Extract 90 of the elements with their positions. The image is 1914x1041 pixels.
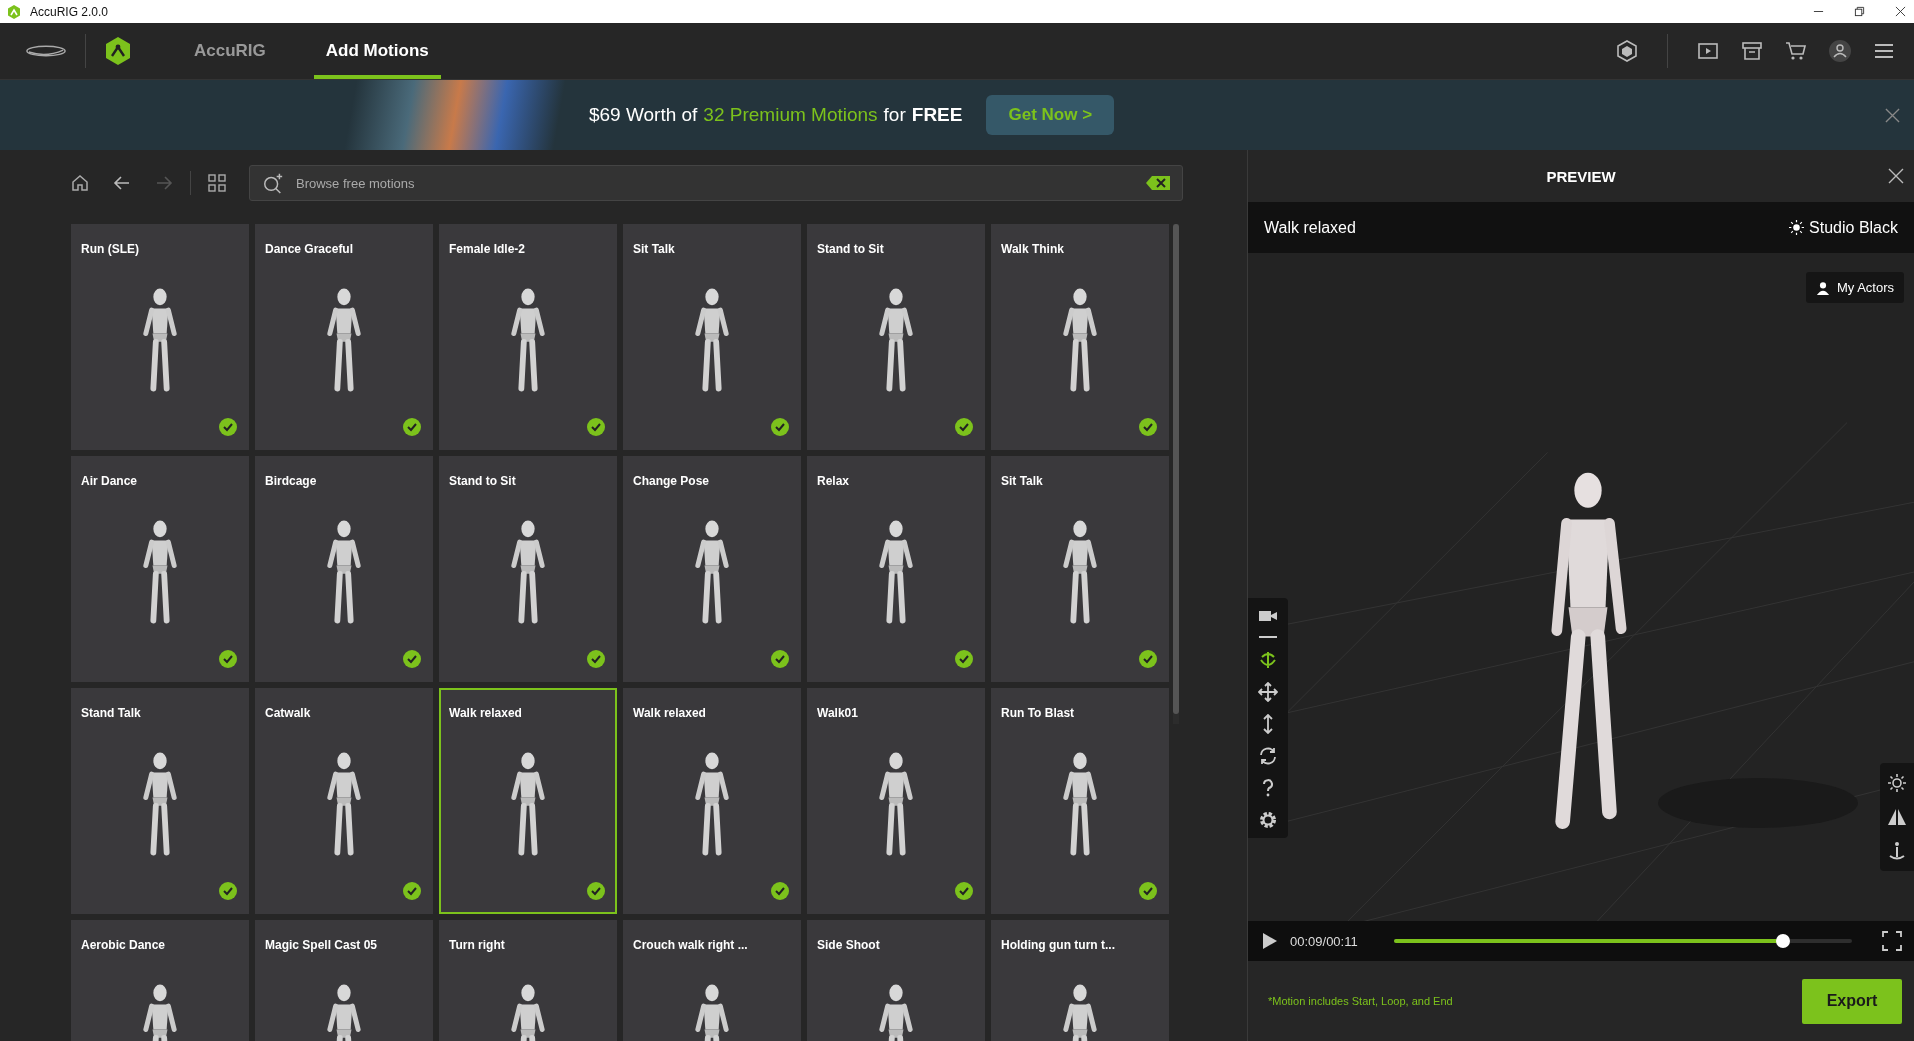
motion-card[interactable]: Run (SLE) — [71, 224, 249, 450]
motion-note: *Motion includes Start, Loop, and End — [1268, 995, 1453, 1007]
motion-title: Crouch walk right ... — [632, 937, 748, 952]
motion-card[interactable]: Dance Graceful — [255, 224, 433, 450]
motion-card[interactable]: Air Dance — [71, 456, 249, 682]
motion-title: Catwalk — [264, 705, 311, 720]
motion-title: Air Dance — [80, 473, 138, 488]
timeline-thumb[interactable] — [1776, 934, 1791, 948]
rotate-icon[interactable] — [1258, 746, 1278, 766]
person-icon — [1815, 280, 1830, 295]
motion-card[interactable]: Holding gun turn t... — [991, 920, 1169, 1041]
my-actors-button[interactable]: My Actors — [1805, 272, 1904, 303]
motion-name: Walk relaxed — [1264, 218, 1356, 237]
motion-card[interactable]: Side Shoot — [807, 920, 985, 1041]
motion-card[interactable]: Female Idle-2 — [439, 224, 617, 450]
orbit-icon[interactable] — [1258, 650, 1278, 670]
motion-title: Run (SLE) — [80, 241, 139, 256]
motion-title: Holding gun turn t... — [1000, 937, 1115, 952]
mirror-icon[interactable] — [1887, 807, 1907, 827]
nav-tab[interactable]: AccuRIG — [182, 23, 278, 79]
time-readout: 00:09/00:11 — [1290, 933, 1359, 949]
move-icon[interactable] — [1258, 682, 1278, 702]
accurig-logo-icon — [104, 36, 132, 66]
motion-title: Walk relaxed — [448, 705, 522, 720]
motion-card[interactable]: Magic Spell Cast 05 — [255, 920, 433, 1041]
motion-title: Walk Think — [1000, 241, 1064, 256]
home-icon[interactable] — [70, 173, 90, 193]
cube-icon[interactable] — [1615, 39, 1639, 63]
preview-heading: PREVIEW — [1546, 167, 1616, 185]
timeline-track[interactable] — [1394, 934, 1852, 948]
motion-title: Side Shoot — [816, 937, 880, 952]
motion-title: Female Idle-2 — [448, 241, 526, 256]
motion-title: Aerobic Dance — [80, 937, 166, 952]
motion-card[interactable]: Run To Blast — [991, 688, 1169, 914]
motion-card[interactable]: Stand to Sit — [807, 224, 985, 450]
motion-card[interactable]: Stand to Sit — [439, 456, 617, 682]
search-icon — [262, 172, 284, 194]
motion-title: Change Pose — [632, 473, 710, 488]
light-icon[interactable] — [1887, 773, 1907, 793]
motion-title: Magic Spell Cast 05 — [264, 937, 378, 952]
restore-icon[interactable] — [1854, 6, 1865, 17]
promo-text: FREE — [911, 104, 963, 126]
motion-card[interactable]: Walk Think — [991, 224, 1169, 450]
app-logo-icon — [6, 3, 22, 20]
fullscreen-icon[interactable] — [1882, 931, 1902, 951]
scrollbar-thumb[interactable] — [1173, 224, 1179, 714]
motion-card[interactable]: Sit Talk — [623, 224, 801, 450]
close-icon[interactable] — [1888, 168, 1904, 184]
close-icon[interactable] — [1895, 6, 1906, 17]
motion-title: Walk relaxed — [632, 705, 706, 720]
motion-title: Dance Graceful — [264, 241, 354, 256]
promo-text: 32 Premium Motions — [703, 104, 878, 126]
settings-icon[interactable] — [1258, 810, 1278, 830]
motion-card[interactable]: Stand Talk — [71, 688, 249, 914]
promo-text: $69 Worth of — [588, 104, 698, 126]
disc-logo-icon — [25, 43, 67, 59]
environment-button[interactable]: Studio Black — [1783, 217, 1904, 238]
motion-card[interactable]: Sit Talk — [991, 456, 1169, 682]
motion-title: Sit Talk — [1000, 473, 1043, 488]
motion-title: Stand to Sit — [448, 473, 516, 488]
motion-card[interactable]: Relax — [807, 456, 985, 682]
motion-card[interactable]: Change Pose — [623, 456, 801, 682]
archive-icon[interactable] — [1740, 39, 1764, 63]
promo-text: for — [883, 104, 906, 126]
clear-icon[interactable] — [1146, 176, 1170, 190]
motion-card[interactable]: Walk01 — [807, 688, 985, 914]
motion-card[interactable]: Aerobic Dance — [71, 920, 249, 1041]
motion-card[interactable]: Catwalk — [255, 688, 433, 914]
motion-title: Relax — [816, 473, 850, 488]
motion-title: Walk01 — [816, 705, 858, 720]
sun-icon — [1789, 220, 1805, 235]
search-field[interactable]: Browse free motions — [249, 165, 1183, 201]
motion-card[interactable]: Turn right — [439, 920, 617, 1041]
motion-title: Stand to Sit — [816, 241, 884, 256]
motion-title: Birdcage — [264, 473, 317, 488]
motion-card[interactable]: Walk relaxed — [439, 688, 617, 914]
motion-card[interactable]: Crouch walk right ... — [623, 920, 801, 1041]
motion-title: Stand Talk — [80, 705, 141, 720]
motion-card[interactable]: Birdcage — [255, 456, 433, 682]
motion-title: Turn right — [448, 937, 505, 952]
play-icon[interactable] — [1262, 932, 1278, 950]
avatar-icon[interactable] — [1828, 39, 1852, 63]
pin-icon[interactable] — [1887, 841, 1907, 861]
search-input[interactable]: Browse free motions — [294, 174, 1136, 192]
export-button[interactable]: Export — [1802, 978, 1902, 1024]
window-title: AccuRIG 2.0.0 — [30, 4, 109, 19]
motion-card[interactable]: Walk relaxed — [623, 688, 801, 914]
motion-title: Sit Talk — [632, 241, 675, 256]
motion-title: Run To Blast — [1000, 705, 1075, 720]
grid-view-icon[interactable] — [207, 173, 227, 193]
